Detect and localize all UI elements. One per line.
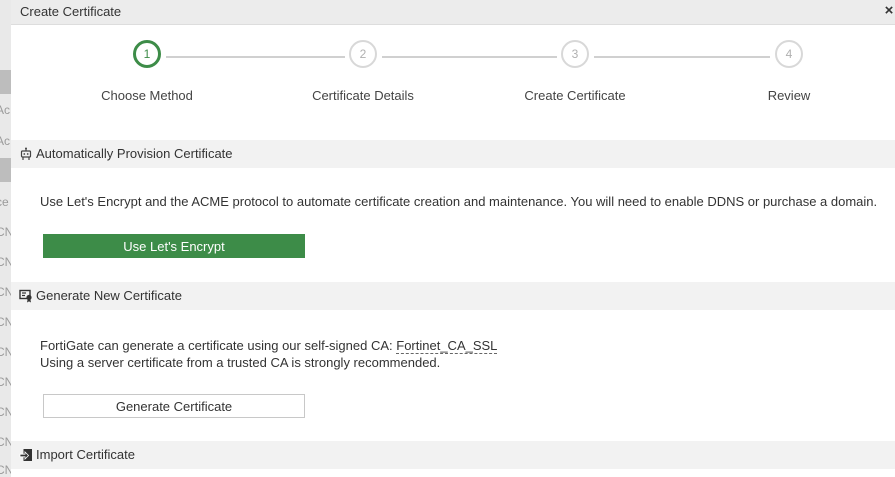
ca-link-fortinet-ca-ssl[interactable]: Fortinet_CA_SSL [396,338,498,354]
step-certificate-details: 2 Certificate Details [288,40,438,103]
step-number: 3 [561,40,589,68]
background-text: CN [0,225,11,239]
step-number: 2 [349,40,377,68]
step-label: Choose Method [101,88,193,103]
background-text: CN [0,255,11,269]
step-label: Review [767,88,811,103]
step-choose-method: 1 Choose Method [72,40,222,103]
step-label: Create Certificate [524,88,626,103]
wizard-stepper: 1 Choose Method 2 Certificate Details 3 … [11,40,895,110]
section-header-auto-provision: Automatically Provision Certificate [11,140,895,168]
step-number: 1 [133,40,161,68]
background-page: Ac Ac ce CN CN CN CN CN CN CN CN CN [0,0,11,477]
background-band [0,70,11,94]
generate-recommendation: Using a server certificate from a truste… [40,355,441,370]
step-create-certificate: 3 Create Certificate [500,40,650,103]
background-text: CN [0,315,11,329]
background-text: CN [0,463,11,477]
dialog-titlebar: Create Certificate × [11,0,895,25]
import-icon [19,449,32,461]
dialog-title: Create Certificate [20,4,122,19]
generate-description: FortiGate can generate a certificate usi… [40,338,498,354]
background-text: Ac [0,103,11,117]
background-band [0,158,11,182]
step-review: 4 Review [714,40,864,103]
create-certificate-dialog: Create Certificate × 1 Choose Method 2 C… [11,0,895,477]
background-text: CN [0,345,11,359]
close-icon[interactable]: × [883,2,895,19]
background-text: CN [0,435,11,449]
section-header-import: Import Certificate [11,441,895,469]
background-text: CN [0,405,11,419]
section-title: Generate New Certificate [36,288,182,303]
section-header-generate: Generate New Certificate [11,282,895,310]
robot-icon [20,147,32,160]
use-lets-encrypt-button[interactable]: Use Let's Encrypt [43,234,305,258]
generate-certificate-button[interactable]: Generate Certificate [43,394,305,418]
step-number: 4 [775,40,803,68]
generate-description-text: FortiGate can generate a certificate usi… [40,338,397,353]
background-text: CN [0,375,11,389]
certificate-icon [19,289,32,303]
auto-provision-description: Use Let's Encrypt and the ACME protocol … [40,194,878,209]
section-title: Automatically Provision Certificate [36,146,233,161]
background-text: ce [0,195,9,209]
step-label: Certificate Details [312,88,414,103]
background-text: Ac [0,134,11,148]
section-title: Import Certificate [36,447,135,462]
background-text: CN [0,285,11,299]
